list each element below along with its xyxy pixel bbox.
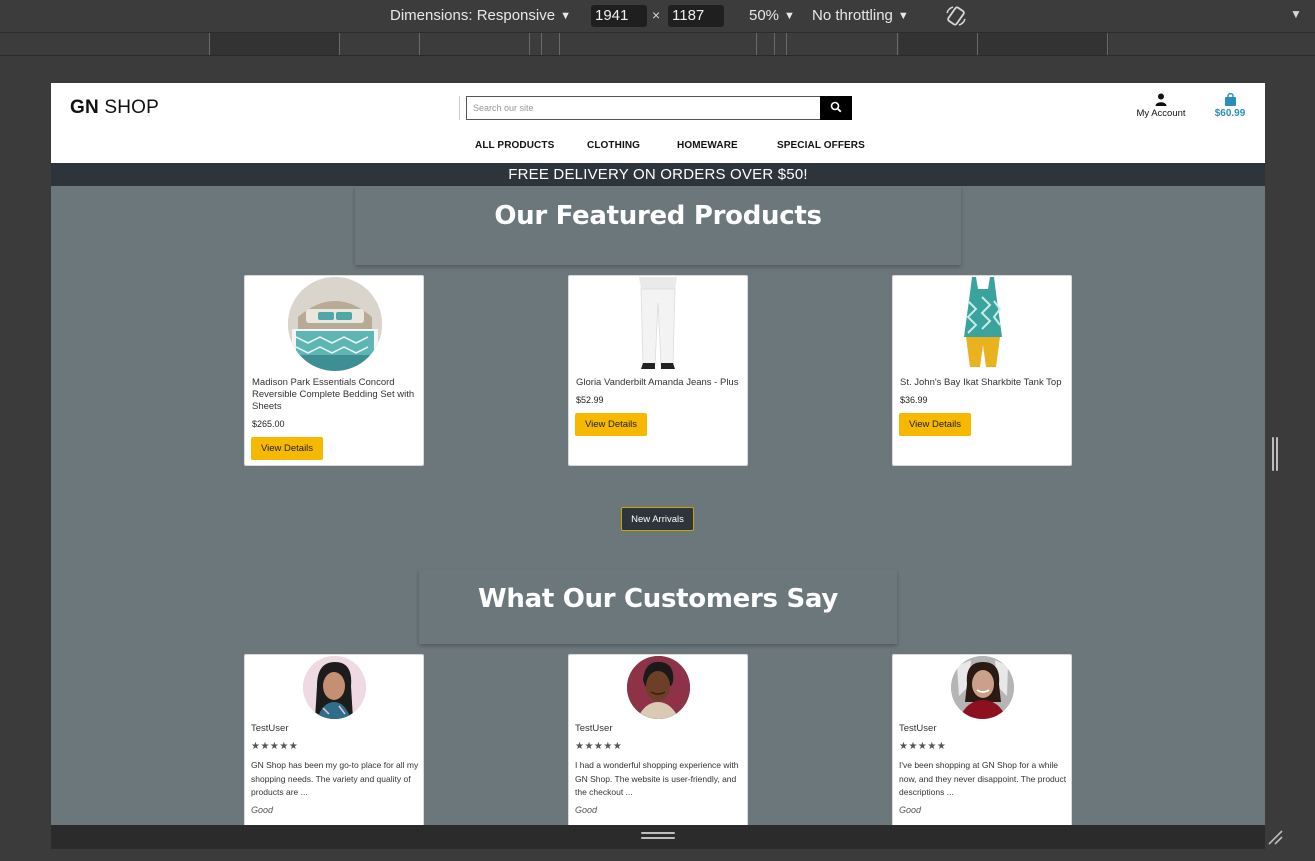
review-card: TestUser ★★★★★ GN Shop has been my go-to… xyxy=(244,654,424,825)
view-details-button[interactable]: View Details xyxy=(251,437,323,460)
search-input[interactable] xyxy=(466,96,821,120)
ruler-tick xyxy=(756,33,757,55)
product-card: Gloria Vanderbilt Amanda Jeans - Plus $5… xyxy=(568,275,748,466)
ruler-tick xyxy=(209,33,210,55)
logo-bold: GN xyxy=(70,97,99,118)
account-label: My Account xyxy=(1136,108,1186,119)
review-username: TestUser xyxy=(899,723,937,734)
devtools-toolbar: Dimensions: Responsive ▼ 1941 × 1187 50% ▼… xyxy=(0,0,1315,32)
review-text: I had a wonderful shopping experience wi… xyxy=(575,760,739,797)
cart-total: $60.99 xyxy=(1214,108,1246,119)
dimensions-dropdown[interactable]: Dimensions: Responsive ▼ xyxy=(390,6,571,26)
ruler-tick xyxy=(339,33,340,55)
star-rating-icon: ★★★★★ xyxy=(251,741,299,752)
featured-title-box: Our Featured Products xyxy=(355,186,961,265)
product-card: St. John's Bay Ikat Sharkbite Tank Top $… xyxy=(892,275,1072,466)
review-rating: Good xyxy=(575,805,598,815)
new-arrivals-button[interactable]: New Arrivals xyxy=(621,507,694,531)
promo-banner: FREE DELIVERY ON ORDERS OVER $50! xyxy=(51,163,1265,186)
ruler-tick xyxy=(529,33,530,55)
ruler-tick xyxy=(774,33,775,55)
throttling-dropdown[interactable]: No throttling ▼ xyxy=(812,6,909,26)
product-image-bedding[interactable] xyxy=(288,277,382,371)
cart-link[interactable]: $60.99 xyxy=(1207,93,1253,119)
avatar xyxy=(627,656,690,719)
product-price: $265.00 xyxy=(252,419,285,429)
ruler-tick xyxy=(541,33,542,55)
chevron-down-icon: ▼ xyxy=(897,10,909,22)
view-details-button[interactable]: View Details xyxy=(575,413,647,436)
times-sign: × xyxy=(652,7,661,23)
more-options-icon[interactable]: ▼ xyxy=(1290,7,1302,21)
star-rating-icon: ★★★★★ xyxy=(575,741,623,752)
product-card: Madison Park Essentials Concord Reversib… xyxy=(244,275,424,466)
product-name[interactable]: Madison Park Essentials Concord Reversib… xyxy=(252,377,420,413)
search-icon xyxy=(830,101,842,112)
nav-item-special-offers[interactable]: SPECIAL OFFERS xyxy=(777,140,865,151)
review-username: TestUser xyxy=(251,723,289,734)
product-price: $36.99 xyxy=(900,395,928,405)
star-rating-icon: ★★★★★ xyxy=(899,741,947,752)
product-image-jeans[interactable] xyxy=(633,277,683,371)
nav-item-clothing[interactable]: CLOTHING xyxy=(587,140,640,151)
width-input[interactable]: 1941 xyxy=(591,5,647,27)
search-button[interactable] xyxy=(820,96,852,120)
nav-item-all-products[interactable]: ALL PRODUCTS xyxy=(475,140,554,151)
dimensions-label: Dimensions: Responsive xyxy=(390,7,556,24)
zoom-dropdown[interactable]: 50% ▼ xyxy=(749,6,795,26)
ruler-tick xyxy=(1107,33,1108,55)
ruler-tick xyxy=(977,33,978,55)
product-name[interactable]: Gloria Vanderbilt Amanda Jeans - Plus xyxy=(576,377,744,389)
product-name[interactable]: St. John's Bay Ikat Sharkbite Tank Top xyxy=(900,377,1068,389)
review-text: I've been shopping at GN Shop for a whil… xyxy=(899,760,1067,797)
review-rating: Good xyxy=(251,805,274,815)
review-card: TestUser ★★★★★ I've been shopping at GN … xyxy=(892,654,1072,825)
review-username: TestUser xyxy=(575,723,613,734)
zoom-label: 50% xyxy=(749,7,780,24)
main-nav: ALL PRODUCTS CLOTHING HOMEWARE SPECIAL O… xyxy=(51,140,1265,156)
testimonials-title-box: What Our Customers Say xyxy=(419,570,897,644)
user-icon xyxy=(1155,93,1167,106)
view-details-button[interactable]: View Details xyxy=(899,413,971,436)
page-viewport: GN SHOP My Account $60.99 ALL PRODUCTS C… xyxy=(51,83,1265,825)
product-image-tank-top[interactable] xyxy=(956,277,1010,371)
ruler-tick xyxy=(897,33,898,55)
avatar xyxy=(951,656,1014,719)
throttling-label: No throttling xyxy=(812,7,893,24)
corner-resize-icon[interactable] xyxy=(1266,828,1284,846)
logo-rest: SHOP xyxy=(104,97,160,118)
site-header: GN SHOP My Account $60.99 ALL PRODUCTS C… xyxy=(51,83,1265,163)
site-logo[interactable]: GN SHOP xyxy=(70,97,159,119)
my-account-link[interactable]: My Account xyxy=(1121,93,1201,119)
height-input[interactable]: 1187 xyxy=(668,5,724,27)
testimonials-title: What Our Customers Say xyxy=(478,584,838,614)
ruler-tick xyxy=(786,33,787,55)
avatar xyxy=(303,656,366,719)
review-rating: Good xyxy=(899,805,922,815)
search-bar xyxy=(459,96,852,120)
chevron-down-icon: ▼ xyxy=(560,10,571,22)
bottom-resize-handle[interactable] xyxy=(641,832,675,840)
ruler-band[interactable] xyxy=(209,33,339,55)
ruler-tick xyxy=(419,33,420,55)
chevron-down-icon: ▼ xyxy=(784,10,795,22)
ruler-band[interactable] xyxy=(899,33,1109,55)
media-query-ruler xyxy=(0,32,1315,56)
ruler-tick xyxy=(559,33,560,55)
right-resize-handle[interactable] xyxy=(1272,437,1278,471)
nav-item-homeware[interactable]: HOMEWARE xyxy=(677,140,738,151)
product-price: $52.99 xyxy=(576,395,604,405)
shopping-bag-icon xyxy=(1224,93,1236,106)
review-card: TestUser ★★★★★ I had a wonderful shoppin… xyxy=(568,654,748,825)
review-text: GN Shop has been my go-to place for all … xyxy=(251,760,419,797)
featured-title: Our Featured Products xyxy=(494,201,822,231)
rotate-icon[interactable] xyxy=(944,4,968,28)
